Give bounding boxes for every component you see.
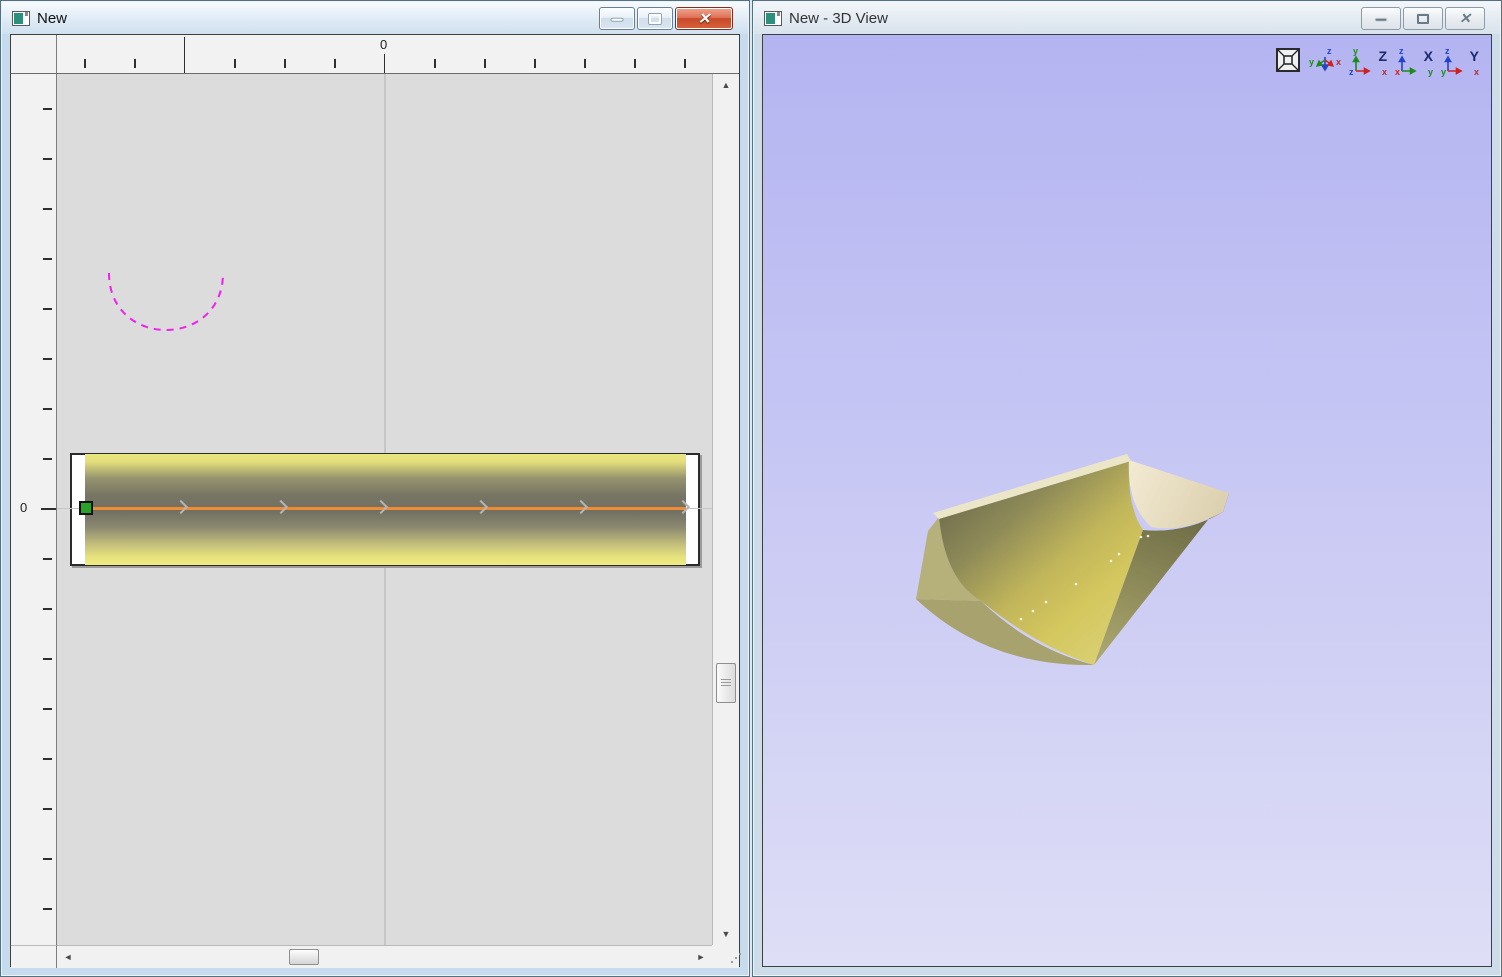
h-ruler-zero-label: 0 xyxy=(380,37,387,52)
desktop: New ✕ 0 0 xyxy=(0,0,1502,977)
h-ruler-tick xyxy=(234,59,236,68)
drawing-canvas-2d[interactable] xyxy=(57,74,712,945)
h-ruler-tick xyxy=(334,59,336,68)
v-ruler-tick xyxy=(43,658,52,660)
maximize-icon xyxy=(649,14,661,24)
vertical-scroll-thumb[interactable] xyxy=(716,663,736,703)
x-view-origin-label: x xyxy=(1395,68,1400,77)
y-view-letter: Y xyxy=(1470,48,1479,64)
model-end-face xyxy=(1129,460,1229,528)
2d-view-window-icon xyxy=(12,11,30,26)
ruler-corner-box xyxy=(11,35,57,74)
v-ruler-tick xyxy=(43,308,52,310)
isometric-view-icon[interactable]: y z x xyxy=(1309,47,1341,77)
x-view-top-label: z xyxy=(1399,47,1404,56)
horizontal-scroll-thumb[interactable] xyxy=(289,949,319,965)
minimize-button-3d[interactable] xyxy=(1361,7,1401,30)
v-ruler-tick xyxy=(43,358,52,360)
view-toolbar: y z x y z x Z xyxy=(1275,47,1479,77)
window-3d-view: New - 3D View ✕ xyxy=(752,0,1502,977)
titlebar-2d[interactable]: New ✕ xyxy=(2,2,748,34)
h-ruler-tick xyxy=(434,59,436,68)
down-arrow-icon: ▼ xyxy=(722,929,731,939)
y-view-origin-label: y xyxy=(1441,68,1446,77)
scroll-right-button[interactable]: ► xyxy=(690,946,712,968)
restore-button-3d[interactable] xyxy=(1403,7,1443,30)
up-arrow-icon: ▲ xyxy=(722,80,731,90)
y-view-right-label: x xyxy=(1474,68,1479,77)
close-button[interactable]: ✕ xyxy=(675,7,733,30)
restore-icon xyxy=(1417,14,1429,24)
ruler-bottom-cell xyxy=(11,945,57,968)
iso-y-label: y xyxy=(1309,58,1314,67)
v-ruler-tick xyxy=(43,608,52,610)
h-ruler-tick xyxy=(384,54,385,73)
h-ruler-tick xyxy=(284,59,286,68)
window-title-2d: New xyxy=(37,10,67,27)
toolpath-start-marker[interactable] xyxy=(79,501,93,515)
v-ruler-tick xyxy=(43,758,52,760)
v-ruler-tick xyxy=(43,708,52,710)
close-button-3d[interactable]: ✕ xyxy=(1445,7,1485,30)
close-icon: ✕ xyxy=(698,9,711,27)
minimize-button[interactable] xyxy=(599,7,635,30)
h-ruler-tick xyxy=(584,59,586,68)
x-view-letter: X xyxy=(1424,48,1433,64)
v-ruler-tick xyxy=(43,408,52,410)
v-ruler-tick xyxy=(43,858,52,860)
scroll-left-button[interactable]: ◄ xyxy=(57,946,79,968)
h-ruler-tick xyxy=(484,59,486,68)
h-ruler: 0 xyxy=(57,35,739,74)
v-ruler-tick xyxy=(43,558,52,560)
left-arrow-icon: ◄ xyxy=(64,952,73,962)
h-ruler-tick xyxy=(134,59,136,68)
x-view-right-label: y xyxy=(1428,68,1433,77)
h-ruler-tick xyxy=(184,37,185,73)
z-view-origin-label: z xyxy=(1349,68,1354,77)
iso-x-label: x xyxy=(1336,58,1341,67)
v-ruler: 0 xyxy=(11,74,57,966)
y-view-top-label: z xyxy=(1445,47,1450,56)
view-along-x-icon[interactable]: z x y X xyxy=(1395,47,1433,77)
iso-z-label: z xyxy=(1327,47,1332,56)
resize-grip[interactable] xyxy=(712,945,739,968)
v-ruler-zero-label: 0 xyxy=(20,500,27,515)
scroll-down-button[interactable]: ▼ xyxy=(713,923,739,945)
h-ruler-tick xyxy=(84,59,86,68)
scroll-up-button[interactable]: ▲ xyxy=(713,74,739,96)
z-view-right-label: x xyxy=(1382,68,1387,77)
maximize-button[interactable] xyxy=(637,7,673,30)
view-down-z-icon[interactable]: y z x Z xyxy=(1349,47,1387,77)
3d-view-window-icon xyxy=(764,11,782,26)
zoom-extents-icon[interactable] xyxy=(1275,47,1301,77)
window-2d-view: New ✕ 0 0 xyxy=(0,0,750,977)
v-ruler-tick xyxy=(43,108,52,110)
canvas-3d[interactable]: y z x y z x Z xyxy=(763,35,1491,966)
v-ruler-tick xyxy=(43,258,52,260)
h-ruler-tick xyxy=(534,59,536,68)
right-arrow-icon: ► xyxy=(697,952,706,962)
3d-model-trough[interactable] xyxy=(763,35,1491,966)
minimize-icon xyxy=(611,17,624,21)
h-ruler-tick xyxy=(634,59,636,68)
client-2d: 0 0 ▲ ▼ xyxy=(10,34,740,967)
window-title-3d: New - 3D View xyxy=(789,10,888,27)
v-ruler-tick xyxy=(43,208,52,210)
horizontal-scrollbar[interactable]: ◄ ► xyxy=(57,945,712,968)
view-along-y-icon[interactable]: z y x Y xyxy=(1441,47,1479,77)
h-ruler-tick xyxy=(684,59,686,68)
v-ruler-tick xyxy=(43,908,52,910)
z-view-top-label: y xyxy=(1353,47,1358,56)
titlebar-3d[interactable]: New - 3D View ✕ xyxy=(754,2,1500,34)
v-ruler-tick xyxy=(41,508,56,510)
z-view-letter: Z xyxy=(1378,48,1387,64)
v-ruler-tick xyxy=(43,158,52,160)
v-ruler-tick xyxy=(43,808,52,810)
client-3d: y z x y z x Z xyxy=(762,34,1492,967)
vertical-scrollbar[interactable]: ▲ ▼ xyxy=(712,74,739,945)
close-icon: ✕ xyxy=(1459,9,1471,26)
v-ruler-tick xyxy=(43,458,52,460)
minimize-icon xyxy=(1375,17,1388,21)
